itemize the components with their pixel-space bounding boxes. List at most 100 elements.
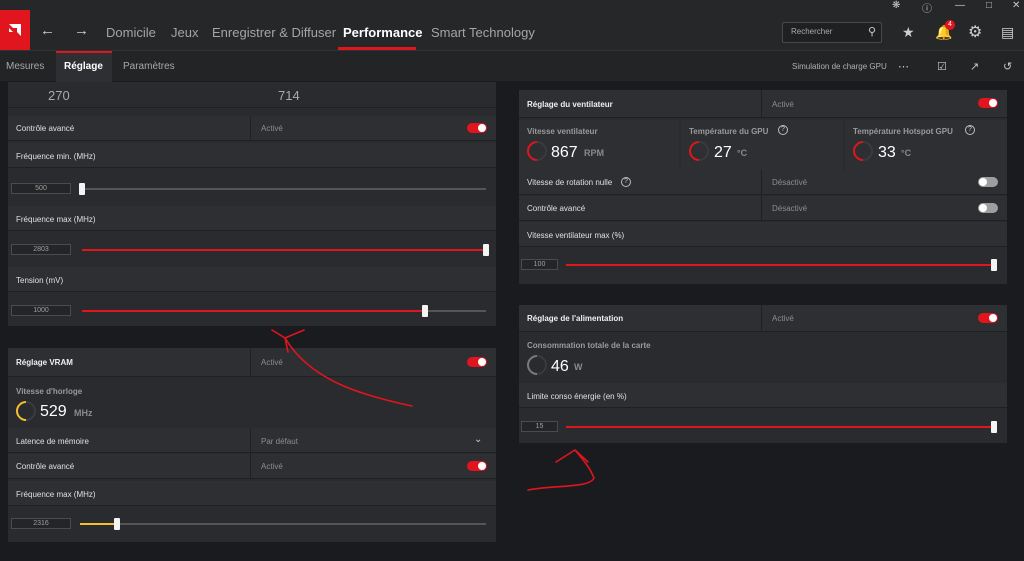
row-divider: [761, 90, 762, 118]
tab-parametres[interactable]: Paramètres: [123, 61, 175, 72]
forward-arrow-icon[interactable]: →: [74, 22, 89, 39]
voltage-slider-thumb[interactable]: [422, 305, 429, 317]
maximize-icon[interactable]: □: [986, 0, 992, 11]
power-consumption-unit: W: [574, 362, 583, 372]
vram-tuning-toggle[interactable]: [467, 357, 487, 367]
fan-max-input[interactable]: 100: [521, 259, 558, 270]
power-limit-slider-fill: [566, 426, 994, 428]
partial-stat-2: 714: [278, 88, 300, 103]
nav-enregistrer-diffuser[interactable]: Enregistrer & Diffuser: [212, 25, 336, 40]
gear-icon[interactable]: ⚙: [968, 22, 982, 42]
fan-max-label: Vitesse ventilateur max (%): [527, 231, 625, 240]
row-divider: [761, 305, 762, 332]
freq-max-label: Fréquence max (MHz): [16, 215, 96, 224]
power-limit-slider-thumb[interactable]: [991, 421, 997, 433]
row-divider: [761, 170, 762, 195]
fan-max-slider-thumb[interactable]: [991, 259, 997, 271]
fan-advanced-row: Contrôle avancé Désactivé: [519, 196, 1007, 221]
freq-max-slider-thumb[interactable]: [483, 244, 489, 256]
fan-tuning-toggle[interactable]: [978, 98, 998, 108]
fan-speed-stat: Vitesse ventilateur 867 RPM: [519, 120, 679, 172]
zero-rpm-toggle[interactable]: [978, 177, 998, 187]
sub-navigation-bar: Mesures Réglage Paramètres Simulation de…: [0, 50, 1024, 82]
freq-min-input[interactable]: 500: [11, 183, 71, 194]
vram-clock-label: Vitesse d'horloge: [16, 387, 83, 396]
fan-speed-label: Vitesse ventilateur: [527, 127, 598, 136]
fan-advanced-label: Contrôle avancé: [527, 204, 586, 213]
fan-advanced-toggle[interactable]: [978, 203, 998, 213]
fan-header-row: Réglage du ventilateur Activé: [519, 90, 1007, 118]
voltage-input[interactable]: 1000: [11, 305, 71, 316]
memory-latency-select[interactable]: Par défaut: [261, 437, 298, 446]
chevron-down-icon[interactable]: ⌄: [474, 434, 482, 445]
nav-performance[interactable]: Performance: [343, 25, 422, 40]
apply-icon[interactable]: ☑: [937, 60, 947, 73]
vram-freq-max-slider-thumb[interactable]: [113, 518, 120, 530]
search-placeholder: Rechercher: [791, 27, 833, 36]
zero-rpm-row: Vitesse de rotation nulle ? Désactivé: [519, 170, 1007, 195]
tab-mesures[interactable]: Mesures: [6, 61, 44, 72]
window-layout-icon[interactable]: ▤: [1001, 24, 1014, 41]
bug-icon[interactable]: ❋: [892, 0, 900, 11]
reset-icon[interactable]: ↺: [1003, 60, 1012, 73]
power-consumption-value: 46: [551, 358, 569, 375]
gpu-temp-help-icon[interactable]: ?: [778, 125, 788, 135]
zero-rpm-value: Désactivé: [772, 178, 808, 187]
vram-title-value: Activé: [261, 358, 283, 367]
tab-reglage[interactable]: Réglage: [64, 61, 103, 72]
close-icon[interactable]: ✕: [1012, 0, 1020, 11]
gpu-temp-label: Température du GPU: [689, 127, 769, 136]
top-navigation-bar: ← → Domicile Jeux Enregistrer & Diffuser…: [0, 0, 1024, 50]
vram-freq-max-input[interactable]: 2316: [11, 518, 71, 529]
vram-advanced-toggle[interactable]: [467, 461, 487, 471]
export-icon[interactable]: ↗: [970, 60, 979, 73]
freq-max-input[interactable]: 2803: [11, 244, 71, 255]
hotspot-temp-unit: °C: [901, 148, 912, 158]
gpu-temp-stat: Température du GPU ? 27 °C: [681, 120, 843, 172]
voltage-slider-fill: [82, 310, 426, 312]
power-header-row: Réglage de l'alimentation Activé: [519, 305, 1007, 332]
advanced-control-label: Contrôle avancé: [16, 124, 75, 133]
star-icon[interactable]: ★: [902, 24, 915, 41]
fan-advanced-value: Désactivé: [772, 204, 808, 213]
vram-header-row: Réglage VRAM Activé: [8, 348, 496, 377]
amd-logo[interactable]: [0, 10, 30, 50]
freq-max-row: Fréquence max (MHz): [8, 206, 496, 231]
vram-tuning-panel: Réglage VRAM Activé Vitesse d'horloge 52…: [8, 348, 496, 542]
freq-min-slider-track[interactable]: [82, 188, 486, 190]
freq-max-slider-fill: [82, 249, 486, 251]
vram-freq-max-slider-track[interactable]: [80, 523, 486, 525]
row-divider: [250, 348, 251, 377]
fan-speed-value: 867: [551, 144, 578, 161]
back-arrow-icon[interactable]: ←: [40, 22, 55, 39]
row-divider: [250, 428, 251, 453]
power-limit-input[interactable]: 15: [521, 421, 558, 432]
power-consumption-gauge: [522, 350, 552, 380]
notification-badge: 4: [945, 20, 955, 30]
hotspot-temp-value: 33: [878, 144, 896, 161]
partial-stat-1: 270: [48, 88, 70, 103]
nav-smart-technology[interactable]: Smart Technology: [431, 25, 535, 40]
freq-min-slider-thumb[interactable]: [79, 183, 85, 195]
voltage-row: Tension (mV): [8, 267, 496, 292]
advanced-control-value: Activé: [261, 124, 283, 133]
hotspot-help-icon[interactable]: ?: [965, 125, 975, 135]
row-divider: [250, 116, 251, 141]
gpu-load-simulation-label[interactable]: Simulation de charge GPU: [792, 62, 887, 71]
zero-rpm-help-icon[interactable]: ?: [621, 177, 631, 187]
load-spinner-icon[interactable]: ⋯: [898, 60, 909, 73]
nav-jeux[interactable]: Jeux: [171, 25, 198, 40]
power-tuning-toggle[interactable]: [978, 313, 998, 323]
search-input[interactable]: Rechercher ⚲: [782, 22, 882, 43]
advanced-control-toggle[interactable]: [467, 123, 487, 133]
minimize-icon[interactable]: —: [955, 0, 965, 11]
nav-domicile[interactable]: Domicile: [106, 25, 156, 40]
vram-advanced-row: Contrôle avancé Activé: [8, 454, 496, 479]
row-divider: [250, 454, 251, 479]
vram-title: Réglage VRAM: [16, 358, 73, 367]
partial-stats-row: 270 714: [8, 82, 496, 108]
row-divider: [761, 196, 762, 221]
help-icon[interactable]: ⓘ: [922, 0, 932, 15]
fan-max-slider-fill: [566, 264, 994, 266]
power-limit-label: Limite conso énergie (en %): [527, 392, 627, 401]
